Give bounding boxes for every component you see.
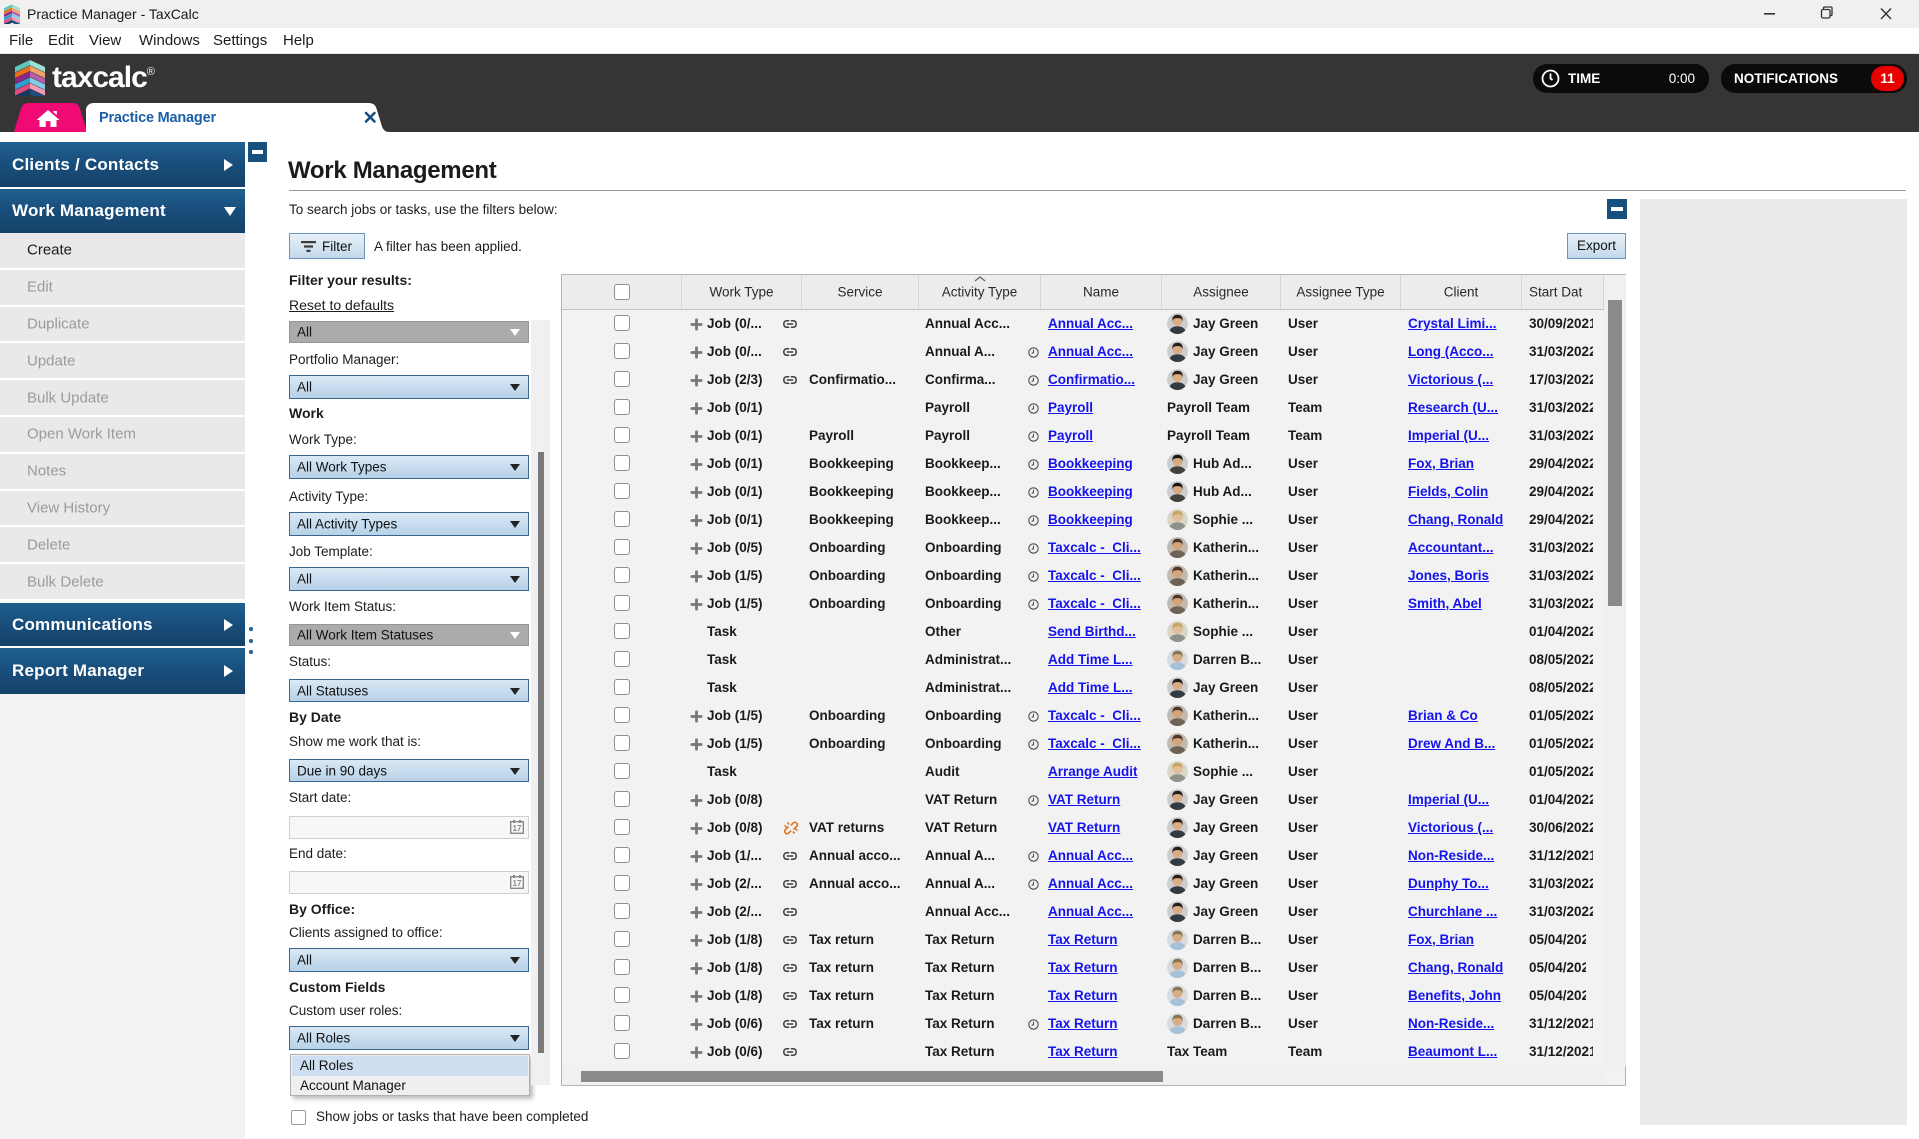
svg-text:17: 17	[513, 824, 522, 833]
svg-text:17: 17	[513, 879, 522, 888]
